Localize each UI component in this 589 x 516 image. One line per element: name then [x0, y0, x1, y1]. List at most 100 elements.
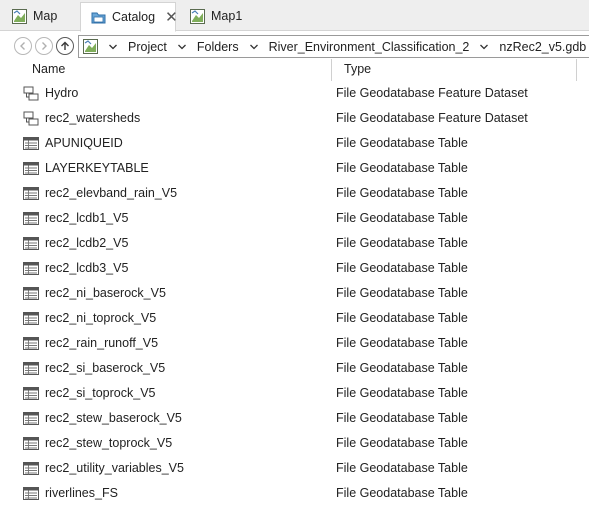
column-divider[interactable]: [576, 59, 577, 81]
item-type: File Geodatabase Table: [336, 461, 468, 475]
item-name: APUNIQUEID: [45, 136, 123, 150]
item-type: File Geodatabase Table: [336, 436, 468, 450]
list-item[interactable]: APUNIQUEID File Geodatabase Table: [0, 131, 589, 156]
item-name: rec2_ni_toprock_V5: [45, 311, 157, 325]
table-icon: [23, 311, 39, 326]
column-header-name[interactable]: Name: [32, 62, 65, 76]
table-icon: [23, 411, 39, 426]
item-type: File Geodatabase Table: [336, 161, 468, 175]
item-name: rec2_watersheds: [45, 111, 141, 125]
item-name: rec2_elevband_rain_V5: [45, 186, 178, 200]
list-item[interactable]: rec2_watersheds File Geodatabase Feature …: [0, 106, 589, 131]
breadcrumb-folder[interactable]: River_Environment_Classification_2: [269, 40, 470, 54]
breadcrumb: Project Folders River_Environment_Classi…: [78, 35, 589, 58]
list-item[interactable]: rec2_stew_baserock_V5 File Geodatabase Ta…: [0, 406, 589, 431]
breadcrumb-geodatabase[interactable]: nzRec2_v5.gdb: [499, 40, 586, 54]
table-icon: [23, 436, 39, 451]
column-divider[interactable]: [331, 59, 332, 81]
list-item[interactable]: Hydro File Geodatabase Feature Dataset: [0, 81, 589, 106]
item-name: rec2_utility_variables_V5: [45, 461, 184, 475]
item-type: File Geodatabase Table: [336, 286, 468, 300]
table-icon: [23, 261, 39, 276]
tab-strip: Map Catalog ✕ Map1: [0, 0, 589, 32]
list-item[interactable]: LAYERKEYTABLE File Geodatabase Table: [0, 156, 589, 181]
item-name: rec2_lcdb3_V5: [45, 261, 129, 275]
item-name: rec2_si_toprock_V5: [45, 386, 156, 400]
close-icon[interactable]: ✕: [165, 10, 178, 25]
item-name: rec2_stew_baserock_V5: [45, 411, 182, 425]
catalog-folder-icon: [91, 10, 106, 25]
chevron-down-icon[interactable]: [249, 42, 259, 52]
list-item[interactable]: rec2_elevband_rain_V5 File Geodatabase Ta…: [0, 181, 589, 206]
item-name: rec2_si_baserock_V5: [45, 361, 166, 375]
table-icon: [23, 161, 39, 176]
chevron-down-icon[interactable]: [479, 42, 489, 52]
item-name: rec2_stew_toprock_V5: [45, 436, 173, 450]
list-item[interactable]: riverlines_FS File Geodatabase Table: [0, 481, 589, 506]
item-type: File Geodatabase Table: [336, 261, 468, 275]
item-list: Hydro File Geodatabase Feature Dataset rec…: [0, 81, 589, 506]
up-button[interactable]: [56, 37, 74, 55]
feature-dataset-icon: [23, 111, 39, 126]
item-name: rec2_lcdb1_V5: [45, 211, 129, 225]
list-item[interactable]: rec2_ni_baserock_V5 File Geodatabase Tabl…: [0, 281, 589, 306]
list-item[interactable]: rec2_si_toprock_V5 File Geodatabase Table: [0, 381, 589, 406]
tab-label: Map: [33, 9, 58, 23]
table-icon: [23, 361, 39, 376]
map-icon: [190, 8, 205, 24]
tab-catalog[interactable]: Catalog ✕: [80, 2, 178, 32]
item-name: rec2_rain_runoff_V5: [45, 336, 159, 350]
item-type: File Geodatabase Table: [336, 486, 468, 500]
item-name: rec2_lcdb2_V5: [45, 236, 129, 250]
table-icon: [23, 211, 39, 226]
catalog-pane: Map Catalog ✕ Map1 Project Folders River…: [0, 0, 589, 516]
arrow-right-icon: [42, 42, 47, 50]
column-header: Name Type: [0, 59, 589, 81]
tab-label: Map1: [211, 9, 243, 23]
item-type: File Geodatabase Feature Dataset: [336, 86, 528, 100]
list-item[interactable]: rec2_ni_toprock_V5 File Geodatabase Table: [0, 306, 589, 331]
chevron-down-icon[interactable]: [108, 42, 118, 52]
list-item[interactable]: rec2_lcdb1_V5 File Geodatabase Table: [0, 206, 589, 231]
table-icon: [23, 186, 39, 201]
item-type: File Geodatabase Table: [336, 136, 468, 150]
table-icon: [23, 286, 39, 301]
breadcrumb-project[interactable]: Project: [128, 40, 167, 54]
item-type: File Geodatabase Feature Dataset: [336, 111, 528, 125]
item-type: File Geodatabase Table: [336, 311, 468, 325]
item-type: File Geodatabase Table: [336, 186, 468, 200]
item-type: File Geodatabase Table: [336, 236, 468, 250]
tab-label: Catalog: [112, 10, 156, 24]
breadcrumb-folders[interactable]: Folders: [197, 40, 239, 54]
table-icon: [23, 136, 39, 151]
item-type: File Geodatabase Table: [336, 386, 468, 400]
item-name: rec2_ni_baserock_V5: [45, 286, 166, 300]
item-name: riverlines_FS: [45, 486, 118, 500]
list-item[interactable]: rec2_lcdb3_V5 File Geodatabase Table: [0, 256, 589, 281]
column-header-type[interactable]: Type: [344, 62, 371, 76]
list-item[interactable]: rec2_rain_runoff_V5 File Geodatabase Tabl…: [0, 331, 589, 356]
table-icon: [23, 386, 39, 401]
map-icon: [12, 8, 27, 24]
list-item[interactable]: rec2_si_baserock_V5 File Geodatabase Tabl…: [0, 356, 589, 381]
tab-map[interactable]: Map: [2, 2, 74, 30]
list-item[interactable]: rec2_utility_variables_V5 File Geodatabas…: [0, 456, 589, 481]
chevron-down-icon[interactable]: [177, 42, 187, 52]
list-item[interactable]: rec2_stew_toprock_V5 File Geodatabase Tab…: [0, 431, 589, 456]
item-name: LAYERKEYTABLE: [45, 161, 149, 175]
table-icon: [23, 486, 39, 501]
item-type: File Geodatabase Table: [336, 211, 468, 225]
item-type: File Geodatabase Table: [336, 411, 468, 425]
item-type: File Geodatabase Table: [336, 361, 468, 375]
map-icon: [83, 39, 98, 54]
back-button[interactable]: [14, 37, 32, 55]
table-icon: [23, 461, 39, 476]
table-icon: [23, 236, 39, 251]
forward-button[interactable]: [35, 37, 53, 55]
table-icon: [23, 336, 39, 351]
list-item[interactable]: rec2_lcdb2_V5 File Geodatabase Table: [0, 231, 589, 256]
feature-dataset-icon: [23, 86, 39, 101]
tab-map1[interactable]: Map1: [180, 2, 246, 30]
arrow-up-icon: [61, 41, 69, 50]
item-type: File Geodatabase Table: [336, 336, 468, 350]
